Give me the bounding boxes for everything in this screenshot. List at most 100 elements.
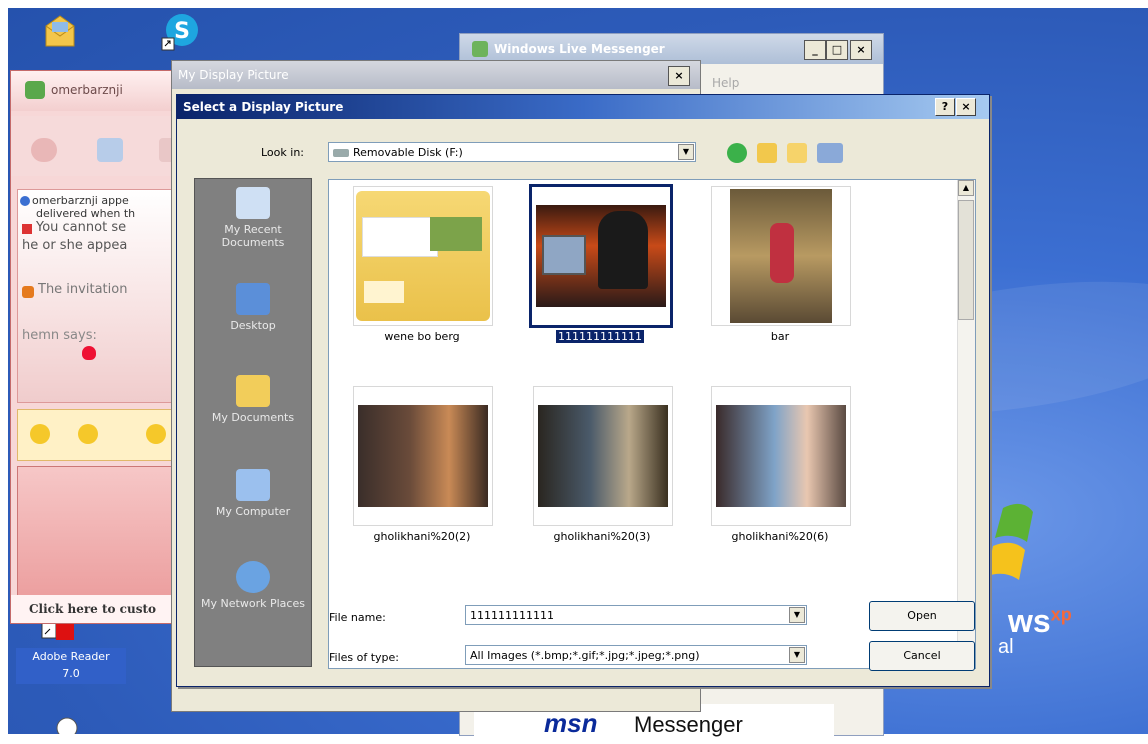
xp-brand-sup: xp <box>1050 604 1072 625</box>
emoticon-icon[interactable] <box>30 424 50 444</box>
file-thumb-bar[interactable] <box>711 186 851 326</box>
send-files-icon[interactable] <box>97 138 123 162</box>
recent-documents-icon <box>236 187 270 219</box>
open-button[interactable]: Open <box>869 601 975 631</box>
adobe-reader-label[interactable]: Adobe Reader 7.0 <box>16 648 126 684</box>
file-image-g3 <box>538 405 668 507</box>
messenger-logo-text: Messenger <box>634 712 743 737</box>
file-label-1-text: 111111111111 <box>556 330 644 343</box>
file-label-5[interactable]: gholikhani%20(6) <box>705 530 855 543</box>
vertical-scrollbar[interactable]: ▲ ▼ <box>957 180 975 668</box>
mdp-title-bar[interactable]: My Display Picture × <box>172 61 700 89</box>
places-bar: My Recent Documents Desktop My Documents… <box>194 178 312 667</box>
dialog-title-bar[interactable]: Select a Display Picture ? × <box>177 95 989 119</box>
mdp-title: My Display Picture <box>178 68 289 82</box>
file-label-4[interactable]: gholikhani%20(3) <box>527 530 677 543</box>
contact-name: omerbarznji <box>51 83 123 97</box>
dialog-title: Select a Display Picture <box>183 100 344 114</box>
file-label-2[interactable]: bar <box>705 330 855 343</box>
file-thumb-folder[interactable] <box>353 186 493 326</box>
file-name-input[interactable]: 111111111111 ▼ <box>465 605 807 625</box>
folder-mail-icon[interactable] <box>38 12 82 52</box>
back-icon[interactable] <box>727 143 747 163</box>
maximize-button[interactable]: □ <box>826 40 848 60</box>
views-menu-icon[interactable] <box>817 143 843 163</box>
place-network[interactable]: My Network Places <box>195 561 311 610</box>
windows-flag-icon <box>983 498 1063 588</box>
xp-brand-text: ws <box>1008 603 1051 639</box>
minimize-button[interactable]: _ <box>804 40 826 60</box>
recycle-icon[interactable] <box>52 714 82 734</box>
file-label-1[interactable]: 111111111111 <box>525 330 675 343</box>
messenger-buddy-icon <box>472 41 488 57</box>
emoticon-toolbar <box>17 409 183 461</box>
network-places-icon <box>236 561 270 593</box>
close-button[interactable]: × <box>850 40 872 60</box>
file-name-chevron-icon[interactable]: ▼ <box>789 607 805 623</box>
invite-status-icon <box>22 286 34 298</box>
place-desktop-label: Desktop <box>230 319 276 332</box>
up-folder-icon[interactable] <box>757 143 777 163</box>
help-button[interactable]: ? <box>935 98 955 116</box>
look-in-value: Removable Disk (F:) <box>353 146 463 159</box>
place-recent-label: My Recent Documents <box>221 223 285 249</box>
svg-text:S: S <box>174 19 190 44</box>
chat-line-1: omerbarznji appe <box>32 194 129 207</box>
place-desktop[interactable]: Desktop <box>195 283 311 332</box>
file-thumb-g6[interactable] <box>711 386 851 526</box>
conversation-title-bar[interactable]: omerbarznji <box>11 71 183 111</box>
scroll-thumb[interactable] <box>958 200 974 320</box>
help-menu[interactable]: Help <box>712 76 739 90</box>
file-thumb-g2[interactable] <box>353 386 493 526</box>
conversation-window[interactable]: omerbarznji omerbarznji appe delivered w… <box>10 70 184 624</box>
adobe-label-line1: Adobe Reader <box>32 650 110 663</box>
scroll-up-icon[interactable]: ▲ <box>958 180 974 196</box>
place-network-label: My Network Places <box>201 597 305 610</box>
chevron-down-icon[interactable]: ▼ <box>678 144 694 160</box>
message-input[interactable] <box>17 466 183 598</box>
folder-icon <box>356 191 490 321</box>
look-in-label: Look in: <box>261 146 304 159</box>
place-my-computer[interactable]: My Computer <box>195 469 311 518</box>
conversation-toolbar <box>11 116 183 176</box>
file-image-g2 <box>358 405 488 507</box>
dialog-close-button[interactable]: × <box>956 98 976 116</box>
warning-icon <box>22 224 32 234</box>
file-label-0[interactable]: wene bo berg <box>347 330 497 343</box>
files-of-type-select[interactable]: All Images (*.bmp;*.gif;*.jpg;*.jpeg;*.p… <box>465 645 807 665</box>
heart-icon <box>82 346 96 360</box>
wink-icon[interactable] <box>78 424 98 444</box>
windows-xp-brand: wsxp <box>1008 603 1072 640</box>
invite-icon[interactable] <box>31 138 57 162</box>
nudge-icon[interactable] <box>146 424 166 444</box>
file-name-label: File name: <box>329 611 386 624</box>
place-recent[interactable]: My Recent Documents <box>195 187 311 249</box>
adobe-label-line2: 7.0 <box>62 667 80 680</box>
chat-line-5: The invitation <box>38 282 128 297</box>
customize-link[interactable]: Click here to custo <box>11 595 183 623</box>
cancel-button[interactable]: Cancel <box>869 641 975 671</box>
place-my-documents-label: My Documents <box>211 411 295 424</box>
buddy-icon <box>25 81 45 99</box>
xp-brand-sub: al <box>998 636 1014 658</box>
files-of-type-chevron-icon[interactable]: ▼ <box>789 647 805 663</box>
chat-line-2: delivered when th <box>36 207 136 220</box>
new-folder-icon[interactable] <box>787 143 807 163</box>
file-thumb-g3[interactable] <box>533 386 673 526</box>
desktop-icon <box>236 283 270 315</box>
files-of-type-label: Files of type: <box>329 651 400 664</box>
file-list[interactable]: wene bo berg 111111111111 bar gholikhani… <box>328 179 976 669</box>
skype-icon[interactable]: S <box>158 10 202 54</box>
info-icon <box>20 196 30 206</box>
place-my-documents[interactable]: My Documents <box>195 375 311 424</box>
msn-logo: msn <box>544 708 598 738</box>
mdp-close-button[interactable]: × <box>668 66 690 86</box>
messenger-title: Windows Live Messenger <box>494 42 665 56</box>
my-documents-icon <box>236 375 270 407</box>
my-computer-icon <box>236 469 270 501</box>
look-in-combo[interactable]: Removable Disk (F:) ▼ <box>328 142 696 162</box>
file-label-3[interactable]: gholikhani%20(2) <box>347 530 497 543</box>
select-display-picture-dialog[interactable]: Select a Display Picture ? × Look in: Re… <box>176 94 990 687</box>
chat-line-6: hemn says: <box>22 328 97 343</box>
file-thumb-selected[interactable] <box>529 184 673 328</box>
